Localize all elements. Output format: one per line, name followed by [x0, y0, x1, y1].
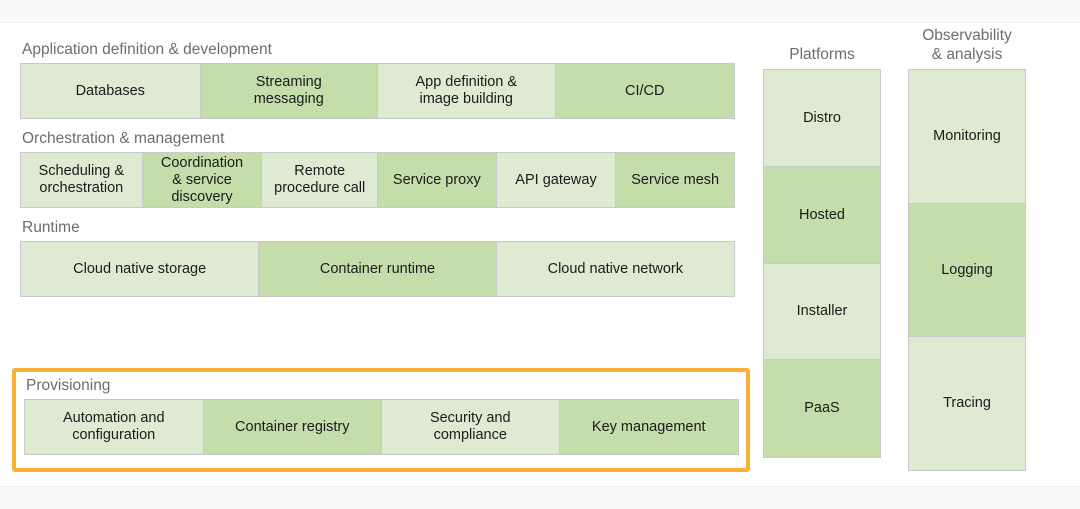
cell-cloud-native-storage[interactable]: Cloud native storage — [21, 242, 260, 296]
provisioning-highlight-box: Provisioning Automation and configuration C… — [12, 368, 750, 472]
cell-installer[interactable]: Installer — [764, 264, 880, 360]
cell-logging[interactable]: Logging — [909, 204, 1025, 337]
cell-streaming-messaging[interactable]: Streaming messaging — [200, 64, 378, 118]
section-runtime: Runtime Cloud native storage Container run… — [20, 218, 735, 297]
cell-distro[interactable]: Distro — [764, 70, 880, 167]
top-background-strip — [0, 0, 1080, 23]
cell-remote-procedure-call[interactable]: Remote procedure call — [262, 153, 378, 207]
section-application-definition-and-development: Application definition & development Data… — [20, 40, 735, 119]
cell-api-gateway[interactable]: API gateway — [496, 153, 617, 207]
column-body: Distro Hosted Installer PaaS — [763, 69, 881, 458]
cell-container-runtime[interactable]: Container runtime — [259, 242, 497, 296]
section-row: Databases Streaming messaging App definitio… — [20, 63, 735, 119]
cell-monitoring[interactable]: Monitoring — [909, 70, 1025, 204]
column-observability: Observability & analysis Monitoring Logging… — [908, 26, 1026, 471]
cell-automation-and-configuration[interactable]: Automation and configuration — [25, 400, 204, 454]
cell-service-proxy[interactable]: Service proxy — [378, 153, 497, 207]
section-row: Automation and configuration Container reg… — [24, 399, 739, 455]
cell-app-definition-and-image-building[interactable]: App definition & image building — [378, 64, 556, 118]
cell-service-mesh[interactable]: Service mesh — [616, 153, 735, 207]
section-row: Scheduling & orchestration Coordination & s… — [20, 152, 735, 208]
cell-scheduling-and-orchestration[interactable]: Scheduling & orchestration — [21, 153, 143, 207]
section-label: Application definition & development — [22, 41, 272, 58]
column-platforms: Platforms Distro Hosted Installer PaaS — [763, 45, 881, 458]
section-row: Cloud native storage Container runtime Clo… — [20, 241, 735, 297]
column-body: Monitoring Logging Tracing — [908, 69, 1026, 471]
cell-security-and-compliance[interactable]: Security and compliance — [382, 400, 560, 454]
cell-hosted[interactable]: Hosted — [764, 167, 880, 264]
left-section-stack: Application definition & development Data… — [20, 40, 735, 307]
section-provisioning: Provisioning Automation and configuration C… — [24, 376, 739, 455]
bottom-background-strip — [0, 486, 1080, 509]
cell-key-management[interactable]: Key management — [559, 400, 738, 454]
cell-databases[interactable]: Databases — [21, 64, 201, 118]
cell-cloud-native-network[interactable]: Cloud native network — [496, 242, 734, 296]
cell-coordination-and-service-discovery[interactable]: Coordination & service discovery — [142, 153, 263, 207]
section-label: Orchestration & management — [22, 130, 225, 147]
column-label: Observability & analysis — [922, 27, 1012, 63]
column-label: Platforms — [789, 46, 855, 63]
provisioning-section: Provisioning Automation and configuration C… — [24, 376, 739, 465]
cell-ci-cd[interactable]: CI/CD — [555, 64, 734, 118]
section-label: Runtime — [22, 219, 80, 236]
cell-paas[interactable]: PaaS — [764, 360, 880, 457]
cell-tracing[interactable]: Tracing — [909, 337, 1025, 470]
section-label: Provisioning — [26, 377, 111, 394]
section-orchestration-and-management: Orchestration & management Scheduling & or… — [20, 129, 735, 208]
cell-container-registry[interactable]: Container registry — [203, 400, 382, 454]
